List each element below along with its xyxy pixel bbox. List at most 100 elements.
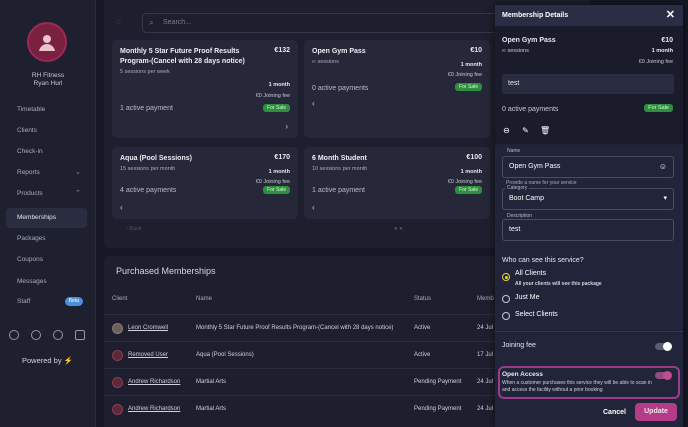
joining-fee-toggle[interactable] xyxy=(655,342,672,351)
emoji-icon[interactable]: ☺ xyxy=(659,157,667,177)
row-status: Pending Payment xyxy=(414,406,462,412)
close-icon[interactable]: ✕ xyxy=(666,5,675,26)
nav-label: Check-in xyxy=(17,148,43,155)
modal-card-actions: ⊖ ✎ 🗑 xyxy=(502,126,550,135)
update-button[interactable]: Update xyxy=(635,403,677,421)
gear-icon[interactable] xyxy=(9,330,19,340)
edit-icon[interactable]: ✎ xyxy=(521,126,530,135)
card-fee: €0 Joining fee xyxy=(255,179,290,185)
nav-label: Reports xyxy=(17,169,40,176)
nav-products[interactable]: Products ⌃ xyxy=(6,184,87,204)
description-field[interactable]: test xyxy=(502,219,674,241)
radio-all-clients[interactable] xyxy=(502,273,510,281)
card-price: €100 xyxy=(466,154,482,161)
card-title: 6 Month Student xyxy=(312,155,367,162)
nav-check-in[interactable]: Check-in xyxy=(6,142,87,162)
card-payments: 1 active payment xyxy=(312,187,365,194)
category-value: Boot Camp xyxy=(509,195,545,202)
sale-badge: For Sale xyxy=(263,186,290,194)
membership-name: Monthly 5 Star Future Proof Results Prog… xyxy=(196,325,394,331)
divider xyxy=(495,331,683,332)
chevron-down-icon: ⌄ xyxy=(75,169,81,176)
membership-name: Martial Arts xyxy=(196,379,227,385)
delete-icon[interactable]: 🗑 xyxy=(540,126,550,135)
name-field[interactable]: Open Gym Pass ☺ xyxy=(502,156,674,178)
nav-packages[interactable]: Packages xyxy=(6,229,87,249)
pager-dots: ● ● xyxy=(394,226,403,232)
open-access-label: Open Access xyxy=(502,371,543,378)
bottom-icons xyxy=(9,330,85,340)
row-status: Pending Payment xyxy=(414,379,462,385)
category-select[interactable]: Boot Camp ▾ xyxy=(502,188,674,210)
open-access-toggle[interactable] xyxy=(655,371,672,380)
nav-label: Clients xyxy=(17,127,37,134)
modal-header: Membership Details ✕ xyxy=(495,5,683,26)
nav-label: Staff xyxy=(17,298,31,305)
radio-just-me[interactable] xyxy=(502,295,510,303)
pager-back[interactable]: ‹ Back xyxy=(126,226,142,232)
membership-card[interactable]: Aqua (Pool Sessions) €170 15 sessions pe… xyxy=(112,147,298,219)
chevron-left-icon[interactable]: ‹ xyxy=(312,99,315,108)
sidebar: RH Fitness Ryan Hurl Timetable Clients C… xyxy=(0,0,96,427)
powered-by: Powered by ⚡ xyxy=(22,356,73,365)
theme-icon[interactable] xyxy=(53,330,63,340)
radio-select-clients[interactable] xyxy=(502,312,510,320)
avatar xyxy=(112,350,123,361)
card-payments: 4 active payments xyxy=(120,187,177,194)
membership-card[interactable]: Open Gym Pass €10 ∞ sessions 1 month €0 … xyxy=(304,40,490,138)
card-price: €170 xyxy=(274,154,290,161)
cancel-button[interactable]: Cancel xyxy=(603,409,626,416)
avatar[interactable] xyxy=(27,22,67,62)
minus-circle-icon[interactable]: ⊖ xyxy=(502,126,511,135)
chevron-right-icon[interactable]: › xyxy=(285,122,288,131)
nav-clients[interactable]: Clients xyxy=(6,121,87,141)
card-title: Open Gym Pass xyxy=(312,48,366,55)
nav-coupons[interactable]: Coupons xyxy=(6,250,87,270)
avatar xyxy=(112,377,123,388)
card-price: €132 xyxy=(274,47,290,54)
radio-all-label[interactable]: All Clients xyxy=(515,270,546,277)
radio-all-sub: All your clients will see this package xyxy=(515,281,602,287)
row-date: 24 Jul xyxy=(477,406,494,412)
nav-reports[interactable]: Reports ⌄ xyxy=(6,163,87,183)
modal-card-payments: 0 active payments xyxy=(502,106,559,113)
joining-fee-label: Joining fee xyxy=(502,342,536,349)
nav-label: Packages xyxy=(17,235,46,242)
card-duration: 1 month xyxy=(268,82,290,88)
logout-icon[interactable] xyxy=(75,330,85,340)
client-link[interactable]: Removed User xyxy=(128,352,168,358)
sale-badge: For Sale xyxy=(644,104,673,112)
membership-details-modal: Membership Details ✕ Open Gym Pass €10 ∞… xyxy=(495,5,683,427)
col-member: Memb xyxy=(477,296,494,302)
client-link[interactable]: Andrew Richardson xyxy=(128,406,180,412)
nav-timetable[interactable]: Timetable xyxy=(6,100,87,120)
card-duration: 1 month xyxy=(460,62,482,68)
card-sessions: 10 sessions per month xyxy=(312,166,368,172)
sale-badge: For Sale xyxy=(263,104,290,112)
radio-me-label[interactable]: Just Me xyxy=(515,294,540,301)
purchased-title: Purchased Memberships xyxy=(116,266,216,276)
chevron-left-icon[interactable]: ‹ xyxy=(312,203,315,212)
modal-card-price: €10 xyxy=(661,37,673,44)
name-label: Name xyxy=(505,148,523,154)
chevron-left-icon[interactable]: ‹ xyxy=(120,203,123,212)
client-link[interactable]: Andrew Richardson xyxy=(128,379,180,385)
nav-staff[interactable]: Staff Beta xyxy=(6,292,87,312)
search-input[interactable]: ⌕ Search... xyxy=(142,13,502,33)
beta-badge: Beta xyxy=(64,297,83,306)
nav-memberships[interactable]: Memberships xyxy=(6,208,87,228)
col-client: Client xyxy=(112,296,128,302)
radio-select-label[interactable]: Select Clients xyxy=(515,311,558,318)
eye-off-icon[interactable]: ◌ xyxy=(116,17,121,26)
help-icon[interactable] xyxy=(31,330,41,340)
card-payments: 0 active payments xyxy=(312,85,369,92)
nav-messages[interactable]: Messages xyxy=(6,272,87,292)
avatar xyxy=(112,323,123,334)
membership-card[interactable]: Monthly 5 Star Future Proof Results Prog… xyxy=(112,40,298,138)
user-name: Ryan Hurl xyxy=(33,80,63,87)
visibility-question: Who can see this service? xyxy=(502,257,584,264)
client-link[interactable]: Leon Cromwell xyxy=(128,325,168,331)
nav-label: Products xyxy=(17,190,43,197)
membership-card[interactable]: 6 Month Student €100 10 sessions per mon… xyxy=(304,147,490,219)
nav-label: Coupons xyxy=(17,256,44,263)
